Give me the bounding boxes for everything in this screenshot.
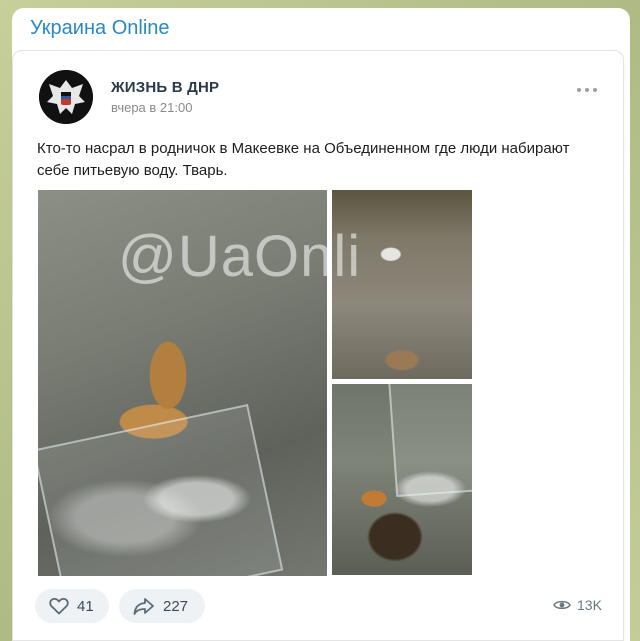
dnr-emblem-icon <box>39 70 93 124</box>
share-arrow-icon <box>133 598 154 615</box>
post-author-name[interactable]: ЖИЗНЬ В ДНР <box>111 79 219 96</box>
share-count: 227 <box>163 597 189 615</box>
like-button[interactable]: 41 <box>35 589 109 623</box>
share-button[interactable]: 227 <box>119 589 205 623</box>
more-dots-icon[interactable] <box>577 83 599 97</box>
post-timestamp: вчера в 21:00 <box>111 100 193 115</box>
post-photo-top-right[interactable] <box>332 190 472 379</box>
view-count: 13K <box>577 597 602 613</box>
post-card: ЖИЗНЬ В ДНР вчера в 21:00 Кто-то насрал … <box>12 50 624 641</box>
heart-icon <box>49 597 69 615</box>
glass-reflection <box>38 403 284 576</box>
glass-reflection <box>387 384 472 497</box>
like-count: 41 <box>77 597 94 615</box>
author-avatar[interactable] <box>39 70 93 124</box>
post-photo-main[interactable] <box>38 190 327 576</box>
eye-icon <box>553 600 571 610</box>
post-photo-bottom-right[interactable] <box>332 384 472 575</box>
view-counter: 13K <box>553 597 602 613</box>
channel-title[interactable]: Украина Online <box>30 17 170 40</box>
post-text: Кто-то насрал в родничок в Макеевке на О… <box>37 140 570 179</box>
